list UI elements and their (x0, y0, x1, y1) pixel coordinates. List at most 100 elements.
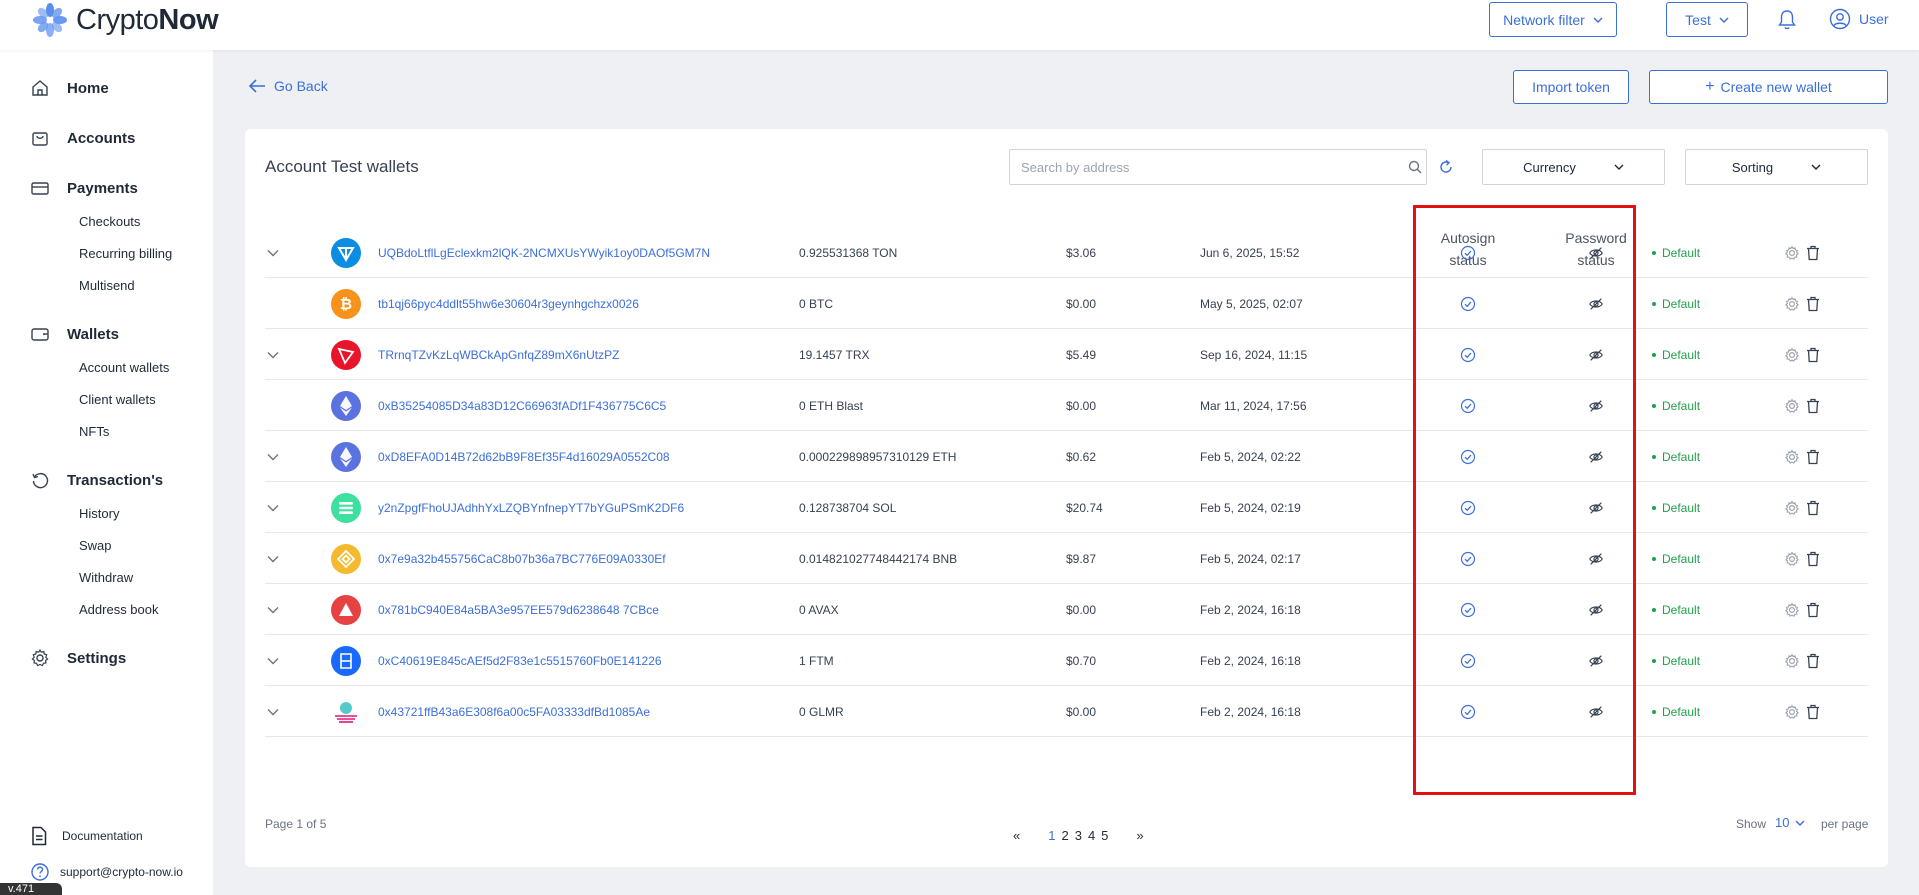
table-row[interactable]: 0xC40619E845cAEf5d2F83e1c5515760Fb0E1412… (265, 635, 1868, 686)
pagination-next[interactable]: » (1136, 828, 1143, 843)
pagination-page-4[interactable]: 4 (1088, 828, 1095, 843)
wallet-settings-button[interactable] (1784, 380, 1800, 431)
autosign-status[interactable] (1460, 686, 1476, 737)
wallet-settings-button[interactable] (1784, 482, 1800, 533)
search-button[interactable] (1408, 160, 1422, 174)
sorting-dropdown[interactable]: Sorting (1685, 149, 1868, 185)
password-status[interactable] (1588, 482, 1604, 533)
password-status[interactable] (1588, 686, 1604, 737)
sidebar-subitem-history[interactable]: History (79, 506, 119, 521)
sidebar-subitem-recurring-billing[interactable]: Recurring billing (79, 246, 172, 261)
wallet-settings-button[interactable] (1784, 686, 1800, 737)
wallet-settings-button[interactable] (1784, 329, 1800, 380)
delete-wallet-button[interactable] (1806, 380, 1820, 431)
wallet-settings-button[interactable] (1784, 278, 1800, 329)
wallet-address-link[interactable]: 0x43721ffB43a6E308f6a00c5FA03333dfBd1085… (378, 686, 650, 737)
table-row[interactable]: 0xD8EFA0D14B72d62bB9F8Ef35F4d16029A0552C… (265, 431, 1868, 482)
delete-wallet-button[interactable] (1806, 329, 1820, 380)
wallet-settings-button[interactable] (1784, 584, 1800, 635)
expand-row-button[interactable] (265, 635, 281, 686)
logo[interactable]: CryptoNow (32, 2, 219, 38)
table-row[interactable]: 0xB35254085D34a83D12C66963fADf1F436775C6… (265, 380, 1868, 431)
autosign-status[interactable] (1460, 278, 1476, 329)
password-status[interactable] (1588, 584, 1604, 635)
sidebar-subitem-nfts[interactable]: NFTs (79, 424, 109, 439)
autosign-status[interactable] (1460, 380, 1476, 431)
password-status[interactable] (1588, 380, 1604, 431)
table-row[interactable]: ₿ tb1qj66pyc4ddlt55hw6e30604r3geynhgchzx0… (265, 278, 1868, 329)
sidebar-subitem-multisend[interactable]: Multisend (79, 278, 135, 293)
expand-row-button[interactable] (265, 533, 281, 584)
autosign-status[interactable] (1460, 329, 1476, 380)
delete-wallet-button[interactable] (1806, 635, 1820, 686)
wallet-address-link[interactable]: TRrnqTZvKzLqWBCkApGnfqZ89mX6nUtzPZ (378, 329, 619, 380)
sidebar-item-payments[interactable]: Payments (30, 178, 138, 198)
autosign-status[interactable] (1460, 482, 1476, 533)
expand-row-button[interactable] (265, 227, 281, 278)
account-selector-button[interactable]: Test (1666, 2, 1748, 37)
sidebar-subitem-address-book[interactable]: Address book (79, 602, 159, 617)
sidebar-item-settings[interactable]: Settings (30, 648, 126, 668)
table-row[interactable]: y2nZpgfFhoUJAdhhYxLZQBYnfnepYT7bYGuPSmK2… (265, 482, 1868, 533)
currency-dropdown[interactable]: Currency (1482, 149, 1665, 185)
autosign-status[interactable] (1460, 533, 1476, 584)
sidebar-subitem-client-wallets[interactable]: Client wallets (79, 392, 156, 407)
delete-wallet-button[interactable] (1806, 227, 1820, 278)
search-input[interactable] (1010, 150, 1390, 184)
autosign-status[interactable] (1460, 227, 1476, 278)
pagination-page-5[interactable]: 5 (1101, 828, 1108, 843)
wallet-settings-button[interactable] (1784, 635, 1800, 686)
autosign-status[interactable] (1460, 635, 1476, 686)
wallet-settings-button[interactable] (1784, 533, 1800, 584)
password-status[interactable] (1588, 227, 1604, 278)
pagination-page-1[interactable]: 1 (1048, 828, 1055, 843)
sidebar-subitem-swap[interactable]: Swap (79, 538, 112, 553)
wallet-address-link[interactable]: y2nZpgfFhoUJAdhhYxLZQBYnfnepYT7bYGuPSmK2… (378, 482, 684, 533)
password-status[interactable] (1588, 329, 1604, 380)
password-status[interactable] (1588, 278, 1604, 329)
notifications-button[interactable] (1777, 9, 1797, 31)
delete-wallet-button[interactable] (1806, 278, 1820, 329)
pagination-page-3[interactable]: 3 (1075, 828, 1082, 843)
expand-row-button[interactable] (265, 482, 281, 533)
wallet-address-link[interactable]: tb1qj66pyc4ddlt55hw6e30604r3geynhgchzx00… (378, 278, 639, 329)
sidebar-support-link[interactable]: support@crypto-now.io (30, 862, 183, 882)
wallet-address-link[interactable]: 0x7e9a32b455756CaC8b07b36a7BC776E09A0330… (378, 533, 666, 584)
table-row[interactable]: 0x781bC940E84a5BA3e957EE579d6238648 7CBc… (265, 584, 1868, 635)
sidebar-subitem-checkouts[interactable]: Checkouts (79, 214, 140, 229)
table-row[interactable]: 0x7e9a32b455756CaC8b07b36a7BC776E09A0330… (265, 533, 1868, 584)
delete-wallet-button[interactable] (1806, 533, 1820, 584)
sidebar-subitem-account-wallets[interactable]: Account wallets (79, 360, 169, 375)
wallet-address-link[interactable]: 0xC40619E845cAEf5d2F83e1c5515760Fb0E1412… (378, 635, 662, 686)
expand-row-button[interactable] (265, 686, 281, 737)
sidebar-documentation-link[interactable]: Documentation (30, 826, 143, 846)
user-menu[interactable]: User (1829, 8, 1889, 30)
table-row[interactable]: 0x43721ffB43a6E308f6a00c5FA03333dfBd1085… (265, 686, 1868, 737)
password-status[interactable] (1588, 533, 1604, 584)
create-wallet-button[interactable]: + Create new wallet (1649, 70, 1888, 104)
sidebar-item-wallets[interactable]: Wallets (30, 324, 119, 344)
delete-wallet-button[interactable] (1806, 482, 1820, 533)
wallet-address-link[interactable]: 0xB35254085D34a83D12C66963fADf1F436775C6… (378, 380, 666, 431)
delete-wallet-button[interactable] (1806, 584, 1820, 635)
wallet-address-link[interactable]: 0x781bC940E84a5BA3e957EE579d6238648 7CBc… (378, 584, 659, 635)
go-back-link[interactable]: Go Back (248, 78, 328, 94)
sidebar-item-transactions[interactable]: Transaction's (30, 470, 163, 490)
wallet-settings-button[interactable] (1784, 227, 1800, 278)
table-row[interactable]: TRrnqTZvKzLqWBCkApGnfqZ89mX6nUtzPZ 19.145… (265, 329, 1868, 380)
autosign-status[interactable] (1460, 584, 1476, 635)
pagination-prev[interactable]: « (1013, 828, 1020, 843)
expand-row-button[interactable] (265, 431, 281, 482)
refresh-button[interactable] (1438, 159, 1454, 175)
pagination-page-2[interactable]: 2 (1061, 828, 1068, 843)
password-status[interactable] (1588, 635, 1604, 686)
sidebar-item-accounts[interactable]: Accounts (30, 128, 135, 148)
password-status[interactable] (1588, 431, 1604, 482)
per-page-select[interactable]: 10 (1775, 815, 1805, 830)
wallet-address-link[interactable]: UQBdoLtflLgEclexkm2lQK-2NCMXUsYWyik1oy0D… (378, 227, 710, 278)
table-row[interactable]: UQBdoLtflLgEclexkm2lQK-2NCMXUsYWyik1oy0D… (265, 227, 1868, 278)
sidebar-subitem-withdraw[interactable]: Withdraw (79, 570, 133, 585)
import-token-button[interactable]: Import token (1513, 70, 1629, 104)
expand-row-button[interactable] (265, 584, 281, 635)
delete-wallet-button[interactable] (1806, 686, 1820, 737)
